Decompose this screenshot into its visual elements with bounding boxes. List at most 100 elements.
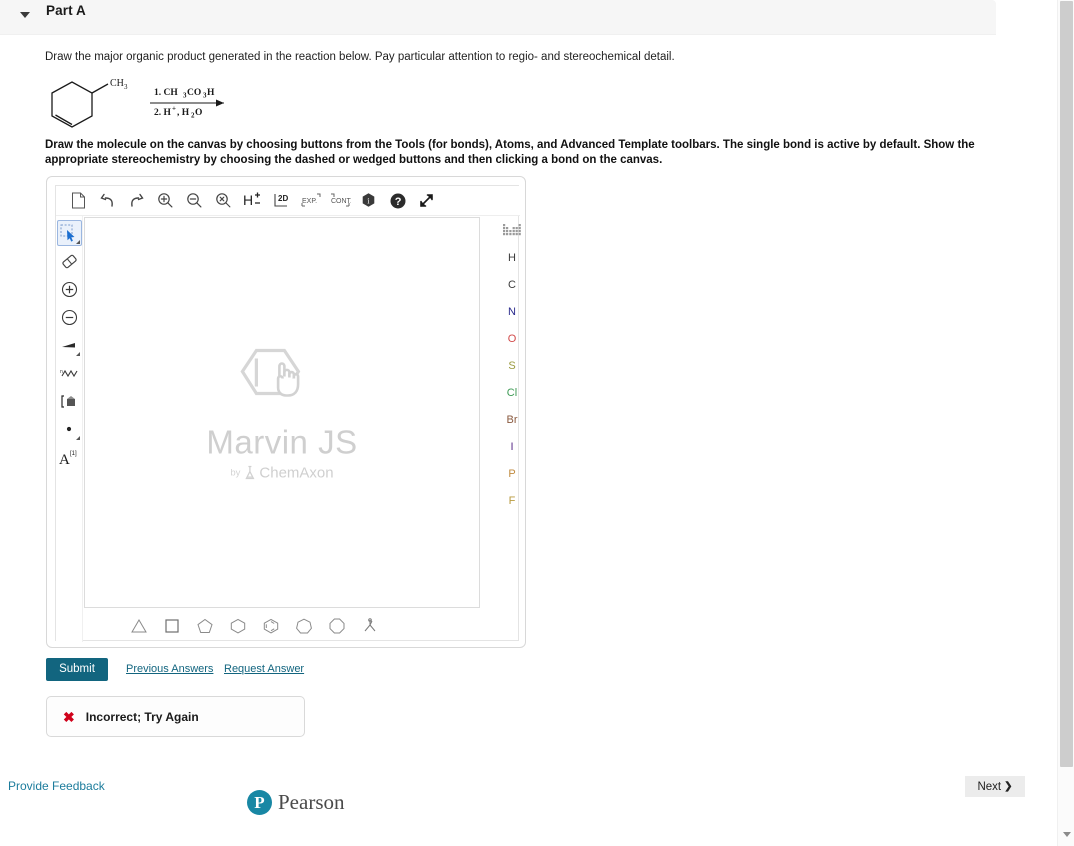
atom-i-label: I [510, 440, 514, 453]
periodic-table-icon[interactable] [498, 217, 526, 244]
atom-c[interactable]: C [498, 271, 526, 298]
tool-submenu-arrow[interactable] [76, 352, 80, 356]
clean-2d-icon[interactable]: 2D [268, 188, 295, 213]
molecule-editor-panel: H 2D EXP. CONT. i ? n A [1] Marvin JS by… [46, 176, 526, 648]
eraser-tool-icon[interactable] [57, 248, 82, 274]
template-advanced[interactable] [359, 615, 381, 637]
tool-submenu-arrow[interactable] [76, 436, 80, 440]
part-header: Part A [0, 0, 996, 34]
atom-o-label: O [507, 332, 517, 345]
page-scrollbar[interactable] [1057, 0, 1074, 846]
pearson-wordmark: Pearson [278, 790, 345, 814]
tool-submenu-arrow[interactable] [76, 240, 80, 244]
svg-text:CO: CO [187, 88, 201, 98]
atom-label-tool-icon[interactable]: A [1] [57, 444, 82, 470]
next-button[interactable]: Next ❯ [965, 776, 1025, 797]
contract-group-icon[interactable]: CONT. [326, 188, 353, 213]
marvinjs-watermark: Marvin JS by ChemAxon [206, 344, 357, 481]
template-cyclopropane[interactable] [128, 615, 150, 637]
zoom-reset-icon[interactable] [210, 188, 237, 213]
new-file-icon[interactable] [65, 188, 92, 213]
status-badge: ✖ Incorrect; Try Again [46, 696, 305, 737]
expand-group-icon[interactable]: EXP. [297, 188, 324, 213]
bracket-tool-icon[interactable] [57, 388, 82, 414]
svg-text:CONT.: CONT. [331, 198, 351, 205]
atom-f[interactable]: F [498, 487, 526, 514]
atom-h[interactable]: H [498, 244, 526, 271]
chemaxon-flask-icon [245, 465, 255, 479]
editor-tools-rail: n A [1] [56, 216, 83, 642]
zoom-out-icon[interactable] [181, 188, 208, 213]
previous-answers-link[interactable]: Previous Answers [126, 663, 213, 675]
zoom-in-icon[interactable] [152, 188, 179, 213]
instructions-text: Draw the molecule on the canvas by choos… [45, 139, 975, 166]
atom-p[interactable]: P [498, 460, 526, 487]
atom-br[interactable]: Br [498, 406, 526, 433]
svg-text:H: H [243, 192, 253, 208]
svg-text:O: O [195, 108, 202, 118]
bond-tool-icon[interactable] [57, 332, 82, 358]
atom-p-label: P [508, 467, 516, 480]
svg-text:2D: 2D [278, 194, 288, 203]
svg-text:A: A [59, 452, 70, 467]
atoms-rail: H C N O S Cl Br I P F [498, 217, 526, 617]
help-icon[interactable]: ? [384, 188, 411, 213]
svg-text:EXP.: EXP. [302, 198, 317, 205]
request-answer-link[interactable]: Request Answer [224, 663, 304, 675]
svg-text:CH: CH [110, 78, 124, 89]
provide-feedback-link[interactable]: Provide Feedback [8, 779, 105, 793]
watermark-by: by [230, 467, 241, 478]
atom-cl-label: Cl [506, 386, 518, 399]
template-cyclobutane[interactable] [161, 615, 183, 637]
watermark-vendor: ChemAxon [259, 464, 334, 481]
atom-o[interactable]: O [498, 325, 526, 352]
template-cyclopentane[interactable] [194, 615, 216, 637]
template-cycloheptane[interactable] [293, 615, 315, 637]
increase-charge-icon[interactable] [57, 276, 82, 302]
svg-text:[1]: [1] [70, 451, 77, 457]
atom-i[interactable]: I [498, 433, 526, 460]
template-benzene[interactable] [260, 615, 282, 637]
fullscreen-icon[interactable] [413, 188, 440, 213]
editor-top-toolbar: H 2D EXP. CONT. i ? [56, 186, 520, 216]
atom-c-label: C [508, 278, 516, 291]
radical-tool-icon[interactable] [57, 416, 82, 442]
watermark-vendor-row: by ChemAxon [206, 464, 357, 481]
atom-s[interactable]: S [498, 352, 526, 379]
atom-n[interactable]: N [498, 298, 526, 325]
scrollbar-thumb[interactable] [1060, 1, 1073, 767]
info-icon[interactable]: i [355, 188, 382, 213]
svg-text:2. H: 2. H [154, 108, 172, 118]
pearson-logo: P Pearson [247, 790, 345, 815]
molecule-editor: H 2D EXP. CONT. i ? n A [1] Marvin JS by… [55, 185, 521, 642]
question-text: Draw the major organic product generated… [45, 51, 675, 63]
drawing-canvas[interactable]: Marvin JS by ChemAxon [84, 217, 480, 608]
svg-text:, H: , H [177, 108, 190, 118]
incorrect-x-icon: ✖ [63, 708, 75, 725]
redo-icon[interactable] [123, 188, 150, 213]
chain-tool-icon[interactable]: n [57, 360, 82, 386]
svg-text:3: 3 [124, 83, 128, 91]
decrease-charge-icon[interactable] [57, 304, 82, 330]
template-cyclohexane[interactable] [227, 615, 249, 637]
svg-text:1. CH: 1. CH [154, 88, 178, 98]
page-title: Part A [46, 3, 86, 18]
watermark-title: Marvin JS [206, 423, 358, 460]
atom-br-label: Br [506, 413, 518, 426]
submit-button[interactable]: Submit [46, 658, 108, 681]
pearson-mark-icon: P [247, 790, 272, 815]
atom-cl[interactable]: Cl [498, 379, 526, 406]
reaction-scheme: CH 3 1. CH 3 CO 3 H 2. H + , H 2 O [44, 74, 294, 132]
undo-icon[interactable] [94, 188, 121, 213]
caret-down-icon[interactable] [20, 12, 30, 18]
svg-text:H: H [207, 88, 215, 98]
assignment-page: Part A Draw the major organic product ge… [0, 0, 1074, 846]
scroll-down-arrow-icon[interactable] [1058, 826, 1074, 843]
selection-tool-icon[interactable] [57, 220, 82, 246]
hydrogen-toggle-icon[interactable]: H [239, 188, 266, 213]
next-button-label: Next [977, 780, 1002, 793]
template-cyclooctane[interactable] [326, 615, 348, 637]
svg-text:?: ? [394, 196, 401, 208]
atom-f-label: F [508, 494, 516, 507]
marvinjs-logo-icon [240, 348, 300, 397]
